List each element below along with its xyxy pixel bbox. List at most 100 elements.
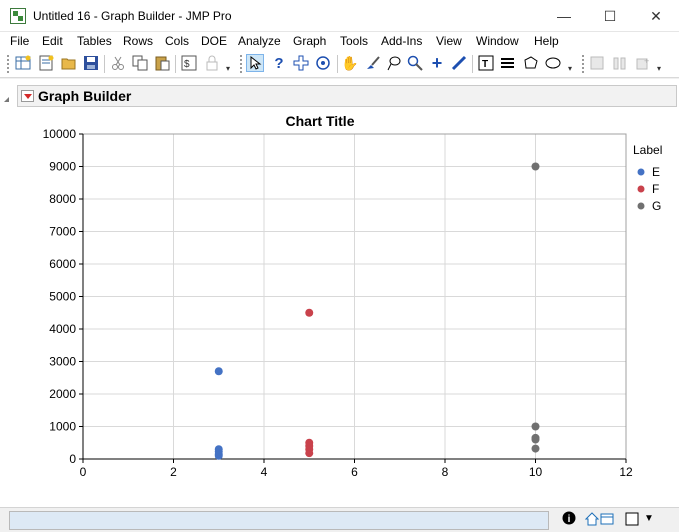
status-message-area [9, 511, 549, 530]
script-icon[interactable]: $ [180, 54, 198, 72]
text-icon[interactable]: T [477, 54, 495, 72]
lines-icon[interactable] [499, 54, 517, 72]
lasso-icon[interactable] [385, 54, 403, 72]
menu-window[interactable]: Window [476, 34, 519, 48]
y-tick-label: 4000 [49, 322, 76, 336]
chart-title[interactable]: Chart Title [286, 113, 355, 129]
menu-bar: File Edit Tables Rows Cols DOE Analyze G… [0, 32, 679, 50]
menu-analyze[interactable]: Analyze [238, 34, 281, 48]
legend-label-g[interactable]: G [652, 199, 661, 213]
menu-tables[interactable]: Tables [77, 34, 112, 48]
copy-icon[interactable] [131, 54, 149, 72]
grid-lines [83, 134, 626, 459]
y-tick-label: 6000 [49, 257, 76, 271]
y-tick-label: 1000 [49, 420, 76, 434]
menu-edit[interactable]: Edit [42, 34, 63, 48]
y-tick-label: 7000 [49, 225, 76, 239]
menu-cols[interactable]: Cols [165, 34, 189, 48]
selection-icon[interactable] [314, 54, 332, 72]
toolbar-overflow-1[interactable]: ▾ [226, 64, 230, 73]
menu-help[interactable]: Help [534, 34, 559, 48]
jmp-app-icon [10, 8, 26, 24]
legend-label-f[interactable]: F [652, 182, 659, 196]
y-tick-label: 9000 [49, 160, 76, 174]
plus-icon[interactable]: + [428, 54, 446, 72]
y-tick-label: 2000 [49, 387, 76, 401]
menu-graph[interactable]: Graph [293, 34, 326, 48]
crosshair-icon[interactable] [292, 54, 310, 72]
y-tick-label: 3000 [49, 355, 76, 369]
data-point-f[interactable] [305, 449, 314, 458]
toolbar: $ ▾ ? ✋ + T ▾ + ▾ [0, 50, 679, 78]
x-tick-label: 6 [351, 465, 358, 479]
polygon-icon[interactable] [522, 54, 540, 72]
maximize-button[interactable]: ☐ [587, 0, 633, 32]
svg-text:+: + [644, 56, 649, 66]
lock-icon[interactable] [203, 54, 221, 72]
toolbar-grip-2[interactable] [240, 55, 242, 73]
menu-view[interactable]: View [436, 34, 462, 48]
menu-rows[interactable]: Rows [123, 34, 153, 48]
legend-title: Label [633, 143, 662, 157]
legend-marker-e[interactable] [637, 168, 645, 176]
data-point-f[interactable] [305, 308, 314, 317]
data-point-g[interactable] [531, 162, 540, 171]
columns-icon[interactable] [611, 54, 629, 72]
window-titlebar: Untitled 16 - Graph Builder - JMP Pro — … [0, 0, 679, 32]
scatter-chart: Chart Title 0 2 4 6 8 10 12 0 1000 2000 3000 4000 50… [43, 113, 663, 479]
layout-icon[interactable] [588, 54, 606, 72]
svg-text:$: $ [184, 59, 190, 70]
window-title: Untitled 16 - Graph Builder - JMP Pro [33, 9, 232, 23]
y-tick-label: 8000 [49, 192, 76, 206]
open-icon[interactable] [60, 54, 78, 72]
legend-label-e[interactable]: E [652, 165, 660, 179]
svg-text:i: i [568, 514, 571, 525]
toolbar-grip-3[interactable] [582, 55, 584, 73]
arrow-icon[interactable] [246, 54, 264, 72]
dropdown-arrow-icon[interactable]: ▼ [644, 513, 654, 524]
layout-toggle-icon[interactable] [625, 512, 639, 529]
brush-icon[interactable] [364, 54, 382, 72]
data-point-e[interactable] [214, 451, 223, 460]
data-point-e[interactable] [214, 367, 223, 376]
y-tick-label: 5000 [49, 290, 76, 304]
close-button[interactable]: ✕ [633, 0, 679, 32]
minimize-button[interactable]: — [541, 0, 587, 32]
x-tick-label: 2 [170, 465, 177, 479]
menu-doe[interactable]: DOE [201, 34, 227, 48]
x-tick-label: 0 [80, 465, 87, 479]
y-tick-label: 10000 [43, 127, 77, 141]
data-point-g[interactable] [531, 435, 540, 444]
paste-icon[interactable] [153, 54, 171, 72]
toolbar-grip[interactable] [7, 55, 9, 73]
new-data-table-icon[interactable] [14, 54, 32, 72]
line-icon[interactable] [450, 54, 468, 72]
save-icon[interactable] [82, 54, 100, 72]
toolbar-overflow-3[interactable]: ▾ [657, 64, 661, 73]
report-content: Graph Builder Chart Title 0 2 4 6 8 10 12 0 1000… [0, 79, 679, 507]
toolbar-overflow-2[interactable]: ▾ [568, 64, 572, 73]
legend-marker-g[interactable] [637, 202, 645, 210]
help-icon[interactable]: ? [270, 54, 288, 72]
new-script-icon[interactable] [37, 54, 55, 72]
ellipse-icon[interactable] [544, 54, 562, 72]
legend-marker-f[interactable] [637, 185, 645, 193]
window-list-icon[interactable] [600, 512, 614, 529]
x-tick-label: 10 [529, 465, 543, 479]
info-icon[interactable]: i [562, 511, 576, 528]
add-icon[interactable]: + [634, 54, 652, 72]
menu-file[interactable]: File [10, 34, 29, 48]
status-bar: i ▼ [0, 507, 679, 532]
data-point-g[interactable] [531, 444, 540, 453]
magnifier-icon[interactable] [406, 54, 424, 72]
svg-text:T: T [482, 59, 488, 70]
home-icon[interactable] [584, 512, 600, 529]
legend: Label EFG [633, 143, 662, 213]
grabber-icon[interactable]: ✋ [341, 54, 359, 72]
x-tick-label: 4 [261, 465, 268, 479]
data-point-g[interactable] [531, 422, 540, 431]
menu-tools[interactable]: Tools [340, 34, 368, 48]
cut-icon[interactable] [109, 54, 127, 72]
y-tick-label: 0 [69, 452, 76, 466]
menu-add-ins[interactable]: Add-Ins [381, 34, 422, 48]
